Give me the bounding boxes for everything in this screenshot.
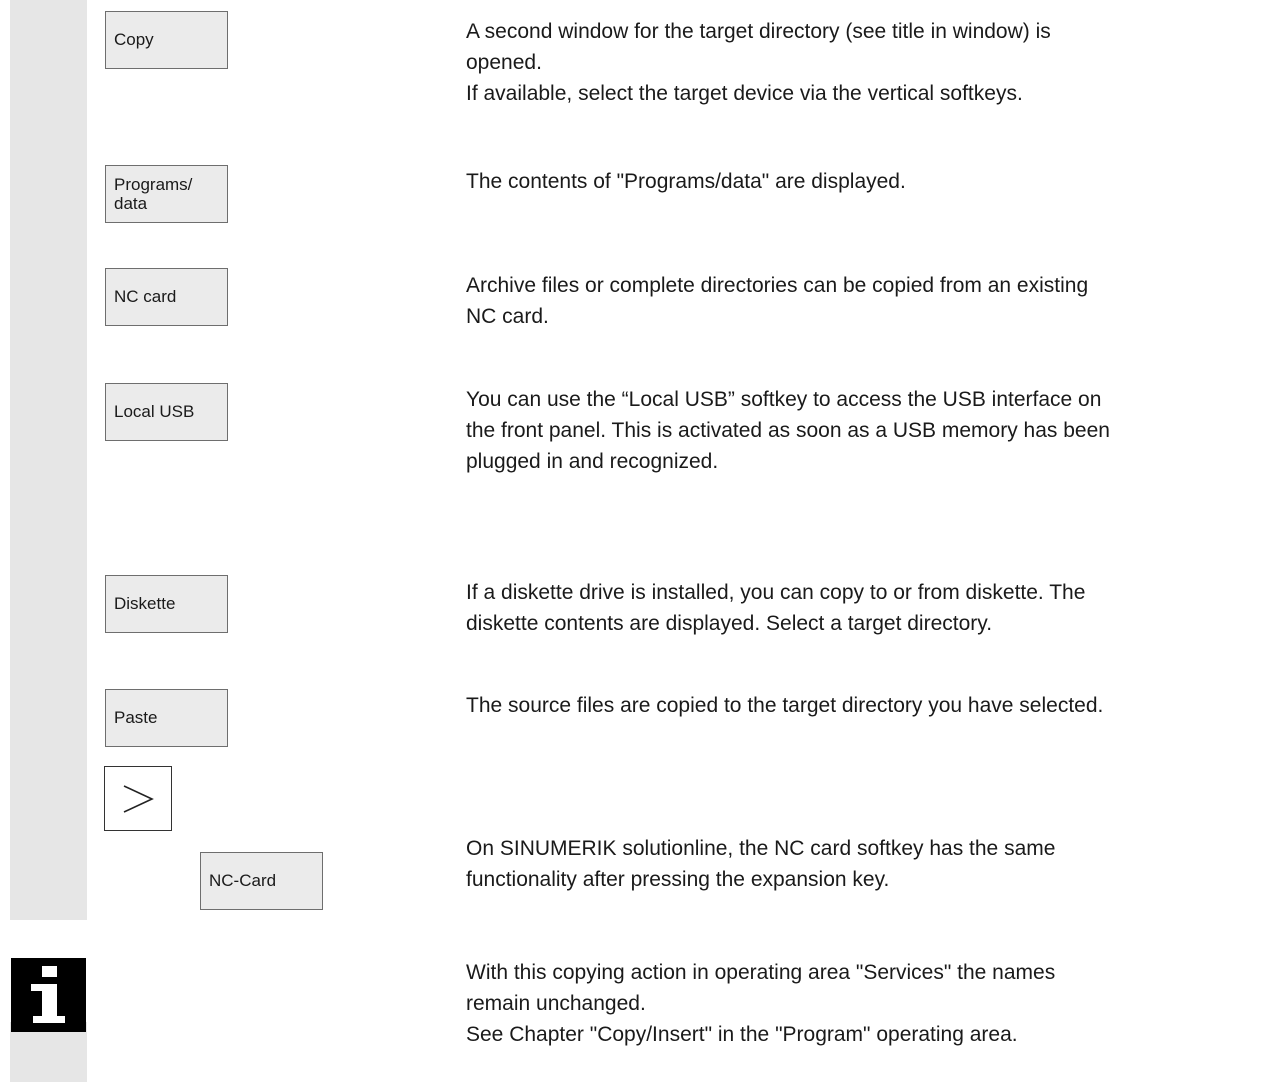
copy-softkey-label: Copy: [114, 30, 154, 49]
margin-bar-top: [10, 0, 87, 920]
chevron-right-icon: [123, 784, 154, 813]
info-icon: [11, 958, 86, 1032]
paste-softkey-label: Paste: [114, 708, 158, 727]
programs-data-softkey-label: Programs/data: [114, 175, 193, 213]
local-usb-description: You can use the “Local USB” softkey to a…: [466, 388, 1110, 473]
copy-description: A second window for the target directory…: [466, 20, 1051, 105]
programs-data-description: The contents of "Programs/data" are disp…: [466, 170, 906, 193]
programs-data-softkey[interactable]: Programs/data: [105, 165, 228, 223]
nc-card-expanded-label: NC-Card: [209, 871, 277, 890]
diskette-softkey-label: Diskette: [114, 594, 176, 613]
diskette-description: If a diskette drive is installed, you ca…: [466, 581, 1086, 635]
diskette-softkey[interactable]: Diskette: [105, 575, 228, 633]
paste-softkey[interactable]: Paste: [105, 689, 228, 747]
expansion-key[interactable]: [104, 766, 172, 831]
copy-softkey[interactable]: Copy: [105, 11, 228, 69]
nc-card-softkey-label: NC card: [114, 287, 177, 306]
local-usb-softkey[interactable]: Local USB: [105, 383, 228, 441]
local-usb-softkey-label: Local USB: [114, 402, 195, 421]
solutionline-description: On SINUMERIK solutionline, the NC card s…: [466, 837, 1056, 891]
nc-card-softkey-expanded[interactable]: NC-Card: [200, 852, 323, 910]
paste-description: The source files are copied to the targe…: [466, 694, 1104, 717]
note-text: With this copying action in operating ar…: [466, 961, 1056, 1046]
nc-card-description: Archive files or complete directories ca…: [466, 274, 1089, 328]
nc-card-softkey[interactable]: NC card: [105, 268, 228, 326]
